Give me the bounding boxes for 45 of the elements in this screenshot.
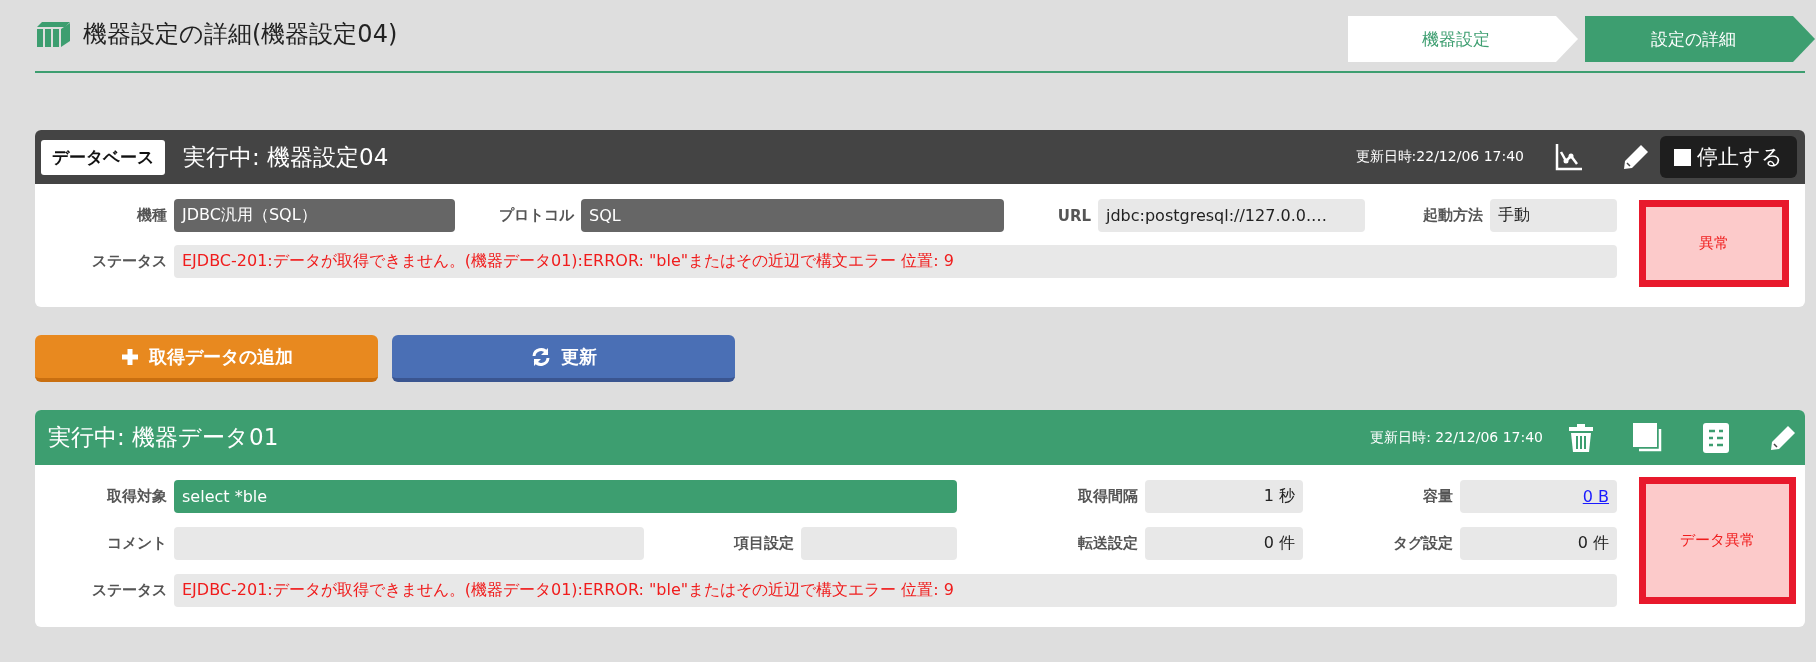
updated-time: 更新日時:22/12/06 17:40	[1355, 148, 1524, 166]
field-label: 容量	[1422, 486, 1454, 507]
field-label: コメント	[106, 533, 168, 554]
pencil-icon[interactable]	[1622, 143, 1650, 171]
value-field: SQL	[581, 199, 1004, 232]
list-icon[interactable]	[1703, 422, 1729, 453]
columns-icon	[35, 20, 71, 47]
add-button[interactable]: 取得データの追加	[35, 335, 378, 382]
value-field: 0 件	[1145, 527, 1303, 560]
value-field: 1 秒	[1145, 480, 1303, 513]
field-label: 起動方法	[1422, 205, 1484, 226]
page-title: 機器設定の詳細(機器設定04)	[83, 18, 398, 50]
field-label: ステータス	[91, 251, 168, 272]
copy-icon[interactable]	[1633, 422, 1663, 453]
field-label: 機種	[135, 205, 168, 226]
field-label: タグ設定	[1392, 533, 1454, 554]
breadcrumb-step[interactable]: 機器設定	[1348, 16, 1578, 62]
updated-time: 更新日時: 22/12/06 17:40	[1370, 428, 1543, 447]
stop-button[interactable]: 停止する	[1660, 136, 1797, 178]
type-badge: データベース	[41, 139, 165, 175]
status-field: EJDBC-201:データが取得できません。(機器データ01):ERROR: "ble"またはその近辺で構文エラー 位置: 9	[174, 245, 1617, 278]
field-label: プロトコル	[498, 205, 575, 226]
field-label: URL	[1056, 205, 1092, 227]
refresh-icon	[530, 346, 551, 367]
field-label: 項目設定	[732, 533, 795, 554]
value-field: JDBC汎用（SQL）	[174, 199, 455, 232]
breadcrumb-step[interactable]: 設定の詳細	[1585, 16, 1815, 62]
field-label: 転送設定	[1077, 533, 1139, 554]
field-label: 取得対象	[106, 486, 168, 507]
size-link[interactable]: 0 B	[1582, 487, 1609, 506]
line-chart-icon[interactable]	[1554, 142, 1584, 172]
plus-icon	[120, 347, 139, 366]
value-field: 手動	[1490, 199, 1617, 232]
field-label: ステータス	[91, 580, 168, 601]
value-field: select *ble	[174, 480, 957, 513]
trash-icon[interactable]	[1569, 423, 1593, 452]
state-badge: 異常	[1639, 200, 1789, 287]
field-label: 取得間隔	[1077, 486, 1139, 507]
card-title: 実行中: 機器データ01	[48, 423, 279, 452]
value-field: jdbc:postgresql://127.0.0.…	[1098, 199, 1365, 232]
refresh-button[interactable]: 更新	[392, 335, 735, 382]
card-title: 実行中: 機器設定04	[183, 142, 389, 172]
value-field: 0 件	[1460, 527, 1617, 560]
status-field: EJDBC-201:データが取得できません。(機器データ01):ERROR: "ble"またはその近辺で構文エラー 位置: 9	[174, 574, 1617, 607]
state-badge: データ異常	[1639, 477, 1796, 604]
